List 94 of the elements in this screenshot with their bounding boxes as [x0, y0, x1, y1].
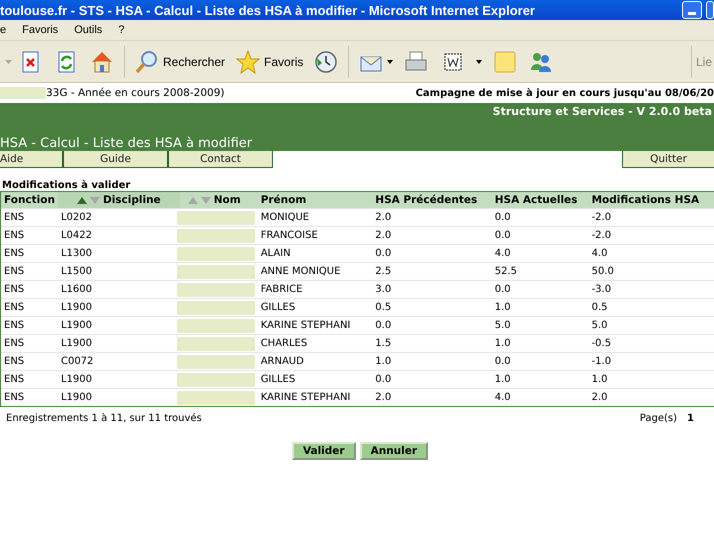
dropdown-arrow-icon[interactable] [387, 60, 394, 64]
table-cell: 0.0 [492, 280, 589, 298]
table-cell: ARNAUD [258, 352, 372, 370]
column-label: Nom [214, 194, 241, 206]
column-label: Prénom [260, 194, 306, 206]
table-cell: 0.0 [372, 244, 492, 262]
form-button[interactable]: Valider [292, 442, 356, 460]
menu-item[interactable]: ? [118, 24, 124, 36]
nav-tab[interactable]: Aide [0, 151, 63, 168]
column-header[interactable]: Discipline [58, 192, 180, 208]
table-cell: -3.0 [588, 280, 714, 298]
minimize-icon [688, 12, 696, 15]
table-cell: GILLES [258, 298, 372, 316]
table-cell: FRANCOISE [258, 226, 372, 244]
table-cell: ENS [1, 388, 58, 406]
window-title: toulouse.fr - STS - HSA - Calcul - Liste des HSA à modifier - Microsoft Internet Explorer [0, 2, 535, 18]
table-cell: ENS [1, 244, 58, 262]
pages-label: Page(s) [640, 413, 678, 424]
table-cell: ALAIN [258, 244, 372, 262]
table-cell: ENS [1, 334, 58, 352]
maximize-button[interactable] [706, 1, 714, 19]
table-cell: 1.0 [492, 370, 589, 388]
table-cell: 4.0 [588, 244, 714, 262]
column-label: HSA Actuelles [494, 194, 578, 206]
table-cell: ENS [1, 208, 58, 226]
table-cell: 0.0 [492, 352, 589, 370]
table-cell: -1.0 [588, 352, 714, 370]
table-cell: CHARLES [258, 334, 372, 352]
table-cell: 2.5 [372, 262, 492, 280]
table-cell: KARINE STEPHANI [258, 388, 372, 406]
minimize-button[interactable] [682, 1, 702, 19]
table-cell: 0.0 [372, 370, 492, 388]
column-label: Discipline [102, 194, 161, 206]
table-cell: ENS [1, 352, 58, 370]
column-label: Fonction [4, 194, 55, 206]
table-cell: ANNE MONIQUE [258, 262, 372, 280]
form-button[interactable]: Annuler [360, 442, 428, 460]
table-cell: 1.5 [372, 334, 492, 352]
section-title: Modifications à valider [2, 180, 132, 191]
context-text: 33G - Année en cours 2008-2009) [46, 87, 224, 99]
records-count: Enregistrements 1 à 11, sur 11 trouvés [6, 413, 202, 424]
menu-item[interactable]: e [0, 24, 6, 36]
dropdown-arrow-icon[interactable] [476, 60, 482, 64]
table-cell: KARINE STEPHANI [258, 316, 372, 334]
page-number: 1 [687, 413, 694, 424]
table-cell: ENS [1, 298, 58, 316]
table-cell: 5.0 [492, 316, 589, 334]
nav-tab[interactable]: Quitter [622, 151, 714, 168]
table-cell: MONIQUE [258, 208, 372, 226]
table-cell: 4.0 [492, 244, 589, 262]
table-cell: 1.0 [588, 370, 714, 388]
column-label: Modifications HSA [592, 194, 700, 206]
table-cell: 0.0 [492, 226, 589, 244]
table-cell: 52.5 [492, 262, 589, 280]
search-button[interactable]: Rechercher [134, 48, 226, 74]
star-icon[interactable] [235, 48, 262, 74]
column-label: HSA Précédentes [375, 194, 478, 206]
table-cell: 0.0 [372, 316, 492, 334]
table-cell: 0.5 [588, 298, 714, 316]
table-cell: ENS [1, 226, 58, 244]
table-cell: 0.5 [372, 298, 492, 316]
table-cell: 5.0 [588, 316, 714, 334]
table-cell: 1.0 [492, 298, 589, 316]
table-cell: ENS [1, 262, 58, 280]
table-cell: FABRICE [258, 280, 372, 298]
table-cell: 1.0 [492, 334, 589, 352]
table-cell: ENS [1, 370, 58, 388]
table-cell: GILLES [258, 370, 372, 388]
table-cell: 2.0 [372, 226, 492, 244]
table-cell: 2.0 [588, 388, 714, 406]
redacted-block [0, 87, 46, 99]
table-cell: ENS [1, 316, 58, 334]
nav-tab[interactable]: Contact [168, 151, 273, 168]
table-cell: 4.0 [492, 388, 589, 406]
table-cell: ENS [1, 280, 58, 298]
menu-item[interactable]: Favoris [22, 24, 58, 36]
nav-tab[interactable]: Guide [63, 151, 168, 168]
table-cell: -2.0 [588, 208, 714, 226]
history-icon[interactable] [313, 48, 340, 74]
page-title: HSA - Calcul - Liste des HSA à modifier [0, 136, 254, 151]
search-icon[interactable] [134, 48, 160, 74]
favorites-button[interactable]: Favoris [235, 48, 304, 74]
sort-up-icon[interactable] [76, 196, 87, 204]
table-cell: 50.0 [588, 262, 714, 280]
app-name: Structure et Services - V 2.0.0 beta [492, 105, 712, 118]
table-cell: 2.0 [372, 388, 492, 406]
table-cell: -0.5 [588, 334, 714, 352]
campaign-text: Campagne de mise à jour en cours jusqu'au 08/06/20 [416, 88, 714, 98]
menu-item[interactable]: Outils [74, 24, 102, 36]
table-cell: 3.0 [372, 280, 492, 298]
table-cell: 2.0 [372, 208, 492, 226]
table-cell: -2.0 [588, 226, 714, 244]
table-cell: 0.0 [492, 208, 589, 226]
table-cell: 1.0 [372, 352, 492, 370]
